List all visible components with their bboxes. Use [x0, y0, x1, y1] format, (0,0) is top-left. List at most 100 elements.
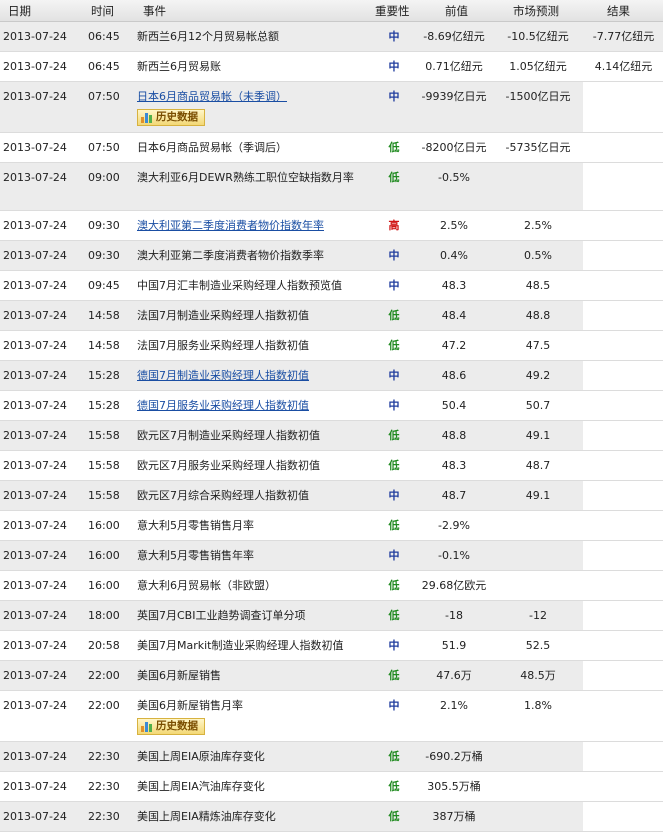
event-date: 2013-07-24: [3, 429, 67, 442]
previous-value: -18: [445, 609, 463, 622]
table-row: 2013-07-24 16:00 意大利6月贸易帐（非欧盟） 低 29.68亿欧元: [0, 571, 663, 601]
table-row: 2013-07-24 16:00 意大利5月零售销售月率 低 -2.9%: [0, 511, 663, 541]
table-row: 2013-07-24 18:00 英国7月CBI工业趋势调查订单分项 低 -18 -12: [0, 601, 663, 631]
forecast-value: 47.5: [525, 339, 551, 352]
event-time: 06:45: [88, 60, 120, 73]
event-name: 澳大利亚6月DEWR熟练工职位空缺指数月率: [137, 171, 354, 184]
table-row: 2013-07-24 09:45 中国7月汇丰制造业采购经理人指数预览值 中 48.3 4…: [0, 271, 663, 301]
previous-value: 2.5%: [440, 219, 468, 232]
forecast-value: 2.5%: [524, 219, 552, 232]
event-name: 中国7月汇丰制造业采购经理人指数预览值: [137, 279, 342, 292]
importance-badge: 高: [388, 219, 400, 232]
event-name: 美国上周EIA汽油库存变化: [137, 780, 265, 793]
table-row: 2013-07-24 22:00 美国6月新屋销售 低 47.6万 48.5万: [0, 661, 663, 691]
event-date: 2013-07-24: [3, 780, 67, 793]
importance-badge: 中: [388, 399, 400, 412]
event-time: 18:00: [88, 609, 120, 622]
table-row: 2013-07-24 15:28 德国7月服务业采购经理人指数初值 中 50.4 50.7: [0, 391, 663, 421]
importance-badge: 低: [388, 429, 400, 442]
event-time: 15:58: [88, 459, 120, 472]
actual-value: 4.14亿纽元: [594, 60, 653, 73]
event-name: 意大利5月零售销售月率: [137, 519, 254, 532]
event-name: 日本6月商品贸易帐（季调后）: [137, 141, 287, 154]
economic-calendar-table: 日期 时间 事件 重要性 前值 市场预测 结果 2013-07-24 06:45 新…: [0, 0, 663, 832]
table-row: 2013-07-24 07:50 日本6月商品贸易帐（未季调） 中 -9939亿日元 -1…: [0, 82, 663, 133]
event-date: 2013-07-24: [3, 489, 67, 502]
forecast-value: 48.5万: [520, 669, 556, 682]
importance-badge: 低: [388, 669, 400, 682]
importance-badge: 低: [388, 579, 400, 592]
header-forecast: 市场预测: [513, 4, 559, 18]
forecast-value: 48.5: [525, 279, 551, 292]
event-link[interactable]: 日本6月商品贸易帐（未季调）: [137, 87, 362, 107]
event-date: 2013-07-24: [3, 90, 67, 103]
forecast-value: 48.8: [525, 309, 551, 322]
event-time: 22:30: [88, 780, 120, 793]
event-time: 22:00: [88, 699, 120, 712]
forecast-value: 52.5: [525, 639, 551, 652]
event-name: 新西兰6月贸易账: [137, 60, 221, 73]
previous-value: 51.9: [441, 639, 467, 652]
importance-badge: 低: [388, 810, 400, 823]
event-time: 22:00: [88, 669, 120, 682]
bar-chart-icon: [141, 112, 153, 123]
event-time: 16:00: [88, 579, 120, 592]
event-time: 14:58: [88, 309, 120, 322]
event-date: 2013-07-24: [3, 249, 67, 262]
event-time: 15:28: [88, 369, 120, 382]
previous-value: 0.71亿纽元: [425, 60, 483, 73]
event-time: 16:00: [88, 519, 120, 532]
importance-badge: 中: [388, 279, 400, 292]
event-date: 2013-07-24: [3, 639, 67, 652]
importance-badge: 中: [388, 549, 400, 562]
event-date: 2013-07-24: [3, 669, 67, 682]
event-time: 09:45: [88, 279, 120, 292]
importance-badge: 低: [388, 309, 400, 322]
forecast-value: -12: [529, 609, 547, 622]
importance-badge: 中: [388, 60, 400, 73]
previous-value: 48.7: [441, 489, 467, 502]
forecast-value: 49.1: [525, 429, 551, 442]
event-link[interactable]: 德国7月制造业采购经理人指数初值: [137, 366, 362, 386]
previous-value: 48.8: [441, 429, 467, 442]
event-time: 15:58: [88, 429, 120, 442]
importance-badge: 低: [388, 171, 400, 184]
event-date: 2013-07-24: [3, 171, 67, 184]
table-row: 2013-07-24 14:58 法国7月服务业采购经理人指数初值 低 47.2 47.5: [0, 331, 663, 361]
event-name: 欧元区7月制造业采购经理人指数初值: [137, 429, 320, 442]
forecast-value: 1.05亿纽元: [509, 60, 567, 73]
importance-badge: 中: [388, 489, 400, 502]
table-row: 2013-07-24 16:00 意大利5月零售销售年率 中 -0.1%: [0, 541, 663, 571]
previous-value: -690.2万桶: [425, 750, 483, 763]
event-link[interactable]: 澳大利亚第二季度消费者物价指数年率: [137, 216, 362, 236]
history-data-button[interactable]: 历史数据: [137, 718, 205, 735]
table-row: 2013-07-24 22:30 美国上周EIA汽油库存变化 低 305.5万桶: [0, 772, 663, 802]
event-time: 09:00: [88, 171, 120, 184]
header-date: 日期: [8, 4, 31, 18]
table-row: 2013-07-24 15:58 欧元区7月制造业采购经理人指数初值 低 48.8 49.…: [0, 421, 663, 451]
event-date: 2013-07-24: [3, 810, 67, 823]
table-row: 2013-07-24 07:50 日本6月商品贸易帐（季调后） 低 -8200亿日元 -5…: [0, 133, 663, 163]
event-name: 欧元区7月服务业采购经理人指数初值: [137, 459, 320, 472]
event-time: 22:30: [88, 750, 120, 763]
table-row: 2013-07-24 22:30 美国上周EIA精炼油库存变化 低 387万桶: [0, 802, 663, 832]
event-link[interactable]: 德国7月服务业采购经理人指数初值: [137, 396, 362, 416]
table-row: 2013-07-24 15:58 欧元区7月综合采购经理人指数初值 中 48.7 49.1: [0, 481, 663, 511]
header-actual: 结果: [607, 4, 630, 18]
previous-value: 48.3: [441, 279, 467, 292]
forecast-value: 48.7: [525, 459, 551, 472]
header-previous: 前值: [445, 4, 468, 18]
event-time: 09:30: [88, 219, 120, 232]
table-row: 2013-07-24 22:00 美国6月新屋销售月率 中 2.1% 1.8% 历史数据: [0, 691, 663, 742]
importance-badge: 低: [388, 141, 400, 154]
event-date: 2013-07-24: [3, 699, 67, 712]
table-row: 2013-07-24 09:30 澳大利亚第二季度消费者物价指数年率 高 2.5% 2.5…: [0, 211, 663, 241]
forecast-value: 49.2: [525, 369, 551, 382]
history-data-button[interactable]: 历史数据: [137, 109, 205, 126]
event-date: 2013-07-24: [3, 459, 67, 472]
importance-badge: 中: [388, 639, 400, 652]
forecast-value: 50.7: [525, 399, 551, 412]
history-data-label: 历史数据: [156, 720, 198, 732]
event-date: 2013-07-24: [3, 279, 67, 292]
forecast-value: 1.8%: [524, 699, 552, 712]
